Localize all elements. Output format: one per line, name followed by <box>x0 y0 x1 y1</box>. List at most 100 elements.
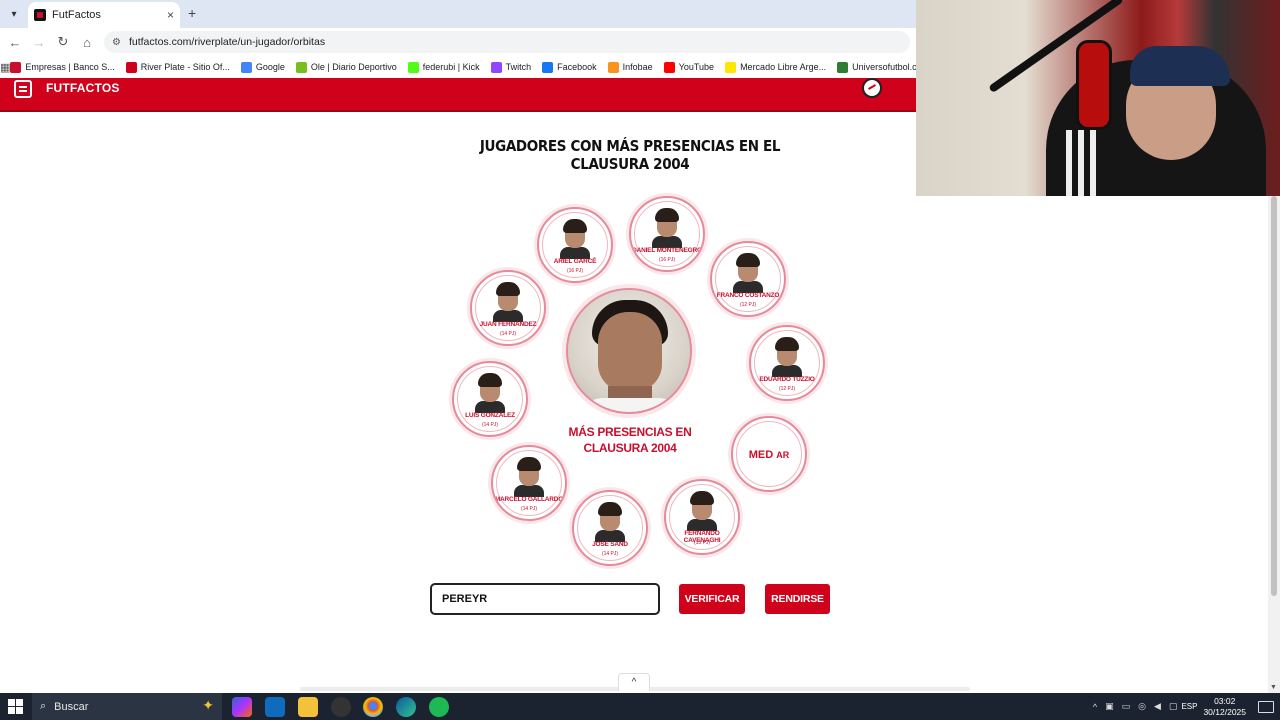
spotify-app-icon[interactable] <box>429 697 449 717</box>
bookmarks-bar: ▦ Empresas | Banco S... River Plate - Sit… <box>0 56 916 78</box>
player-orbit-circle: FERNANDO CAVENAGHI (13 PJ) <box>664 479 740 555</box>
player-matches: (12 PJ) <box>739 302 757 308</box>
player-name: JOSÉ SAND <box>592 541 628 548</box>
taskbar-clock[interactable]: 03:02 30/12/2025 <box>1203 696 1246 718</box>
chevron-up-icon[interactable]: ^ <box>1093 702 1097 712</box>
player-orbit-circle: FRANCO COSTANZO (12 PJ) <box>710 241 786 317</box>
bookmark-item[interactable]: River Plate - Sitio Of... <box>125 61 230 73</box>
portrait-hair <box>517 457 541 471</box>
player-portrait <box>560 219 590 259</box>
browser-toolbar: ← → ↻ ⌂ ⚙ futfactos.com/riverplate/un-ju… <box>0 28 916 56</box>
edge-app-icon[interactable] <box>396 697 416 717</box>
bookmark-label: Ole | Diario Deportivo <box>310 62 397 72</box>
network-icon[interactable]: ◎ <box>1138 701 1146 712</box>
verify-button[interactable]: VERIFICAR <box>679 584 745 614</box>
player-orbit-circle: ARIEL GARCÉ (16 PJ) <box>537 207 613 283</box>
jacket-stripe <box>1078 130 1084 196</box>
bookmark-label: Facebook <box>557 62 597 72</box>
player-orbit-circle: DANIEL MONTENEGRO (16 PJ) <box>629 196 705 272</box>
outlook-app-icon[interactable] <box>265 697 285 717</box>
player-portrait <box>772 337 802 377</box>
scrollbar-thumb[interactable] <box>1271 196 1277 596</box>
futfactos-favicon-icon <box>34 9 46 21</box>
portrait-hair <box>690 491 714 505</box>
bookmark-item[interactable]: Empresas | Banco S... <box>10 61 115 73</box>
futfactos-logo-icon[interactable] <box>14 80 32 98</box>
player-name: MARCELO GALLARDO <box>494 496 564 503</box>
site-logo-text[interactable]: FUTFACTOS <box>46 81 120 95</box>
portrait-hair <box>496 282 520 296</box>
windows-start-icon[interactable] <box>8 699 23 714</box>
player-portrait <box>493 282 523 322</box>
player-name: LUIS GONZÁLEZ <box>465 412 515 419</box>
clock-date: 30/12/2025 <box>1203 706 1246 717</box>
bookmark-favicon-icon <box>607 61 619 73</box>
bookmark-favicon-icon <box>837 61 849 73</box>
player-name: JUAN FERNÁNDEZ <box>479 321 537 328</box>
player-matches: (16 PJ) <box>566 268 584 274</box>
volume-icon[interactable]: ◀ <box>1154 701 1161 712</box>
river-plate-crest-icon[interactable] <box>862 78 882 98</box>
player-orbit-circle: JOSÉ SAND (14 PJ) <box>572 490 648 566</box>
back-arrow-icon[interactable]: ← <box>6 33 24 51</box>
player-portrait <box>595 502 625 542</box>
bookmark-label: Universofutbol.com.... <box>852 62 916 72</box>
chevron-up-icon[interactable]: ^ <box>618 673 650 691</box>
apps-grid-icon[interactable]: ▦ <box>0 61 10 74</box>
bookmark-item[interactable]: Google <box>240 61 285 73</box>
site-info-icon[interactable]: ⚙ <box>112 37 121 48</box>
tab-close-icon[interactable]: × <box>167 8 174 22</box>
browser-tab-futfactos[interactable]: FutFactos × <box>28 2 180 28</box>
player-matches: (16 PJ) <box>658 257 676 263</box>
bookmark-item[interactable]: Twitch <box>490 61 531 73</box>
player-portrait <box>514 457 544 497</box>
taskbar-search[interactable]: ⌕ Buscar ✦ <box>32 693 222 720</box>
bookmark-label: Google <box>255 62 285 72</box>
page-title: JUGADORES CON MÁS PRESENCIAS EN EL CLAUS… <box>479 137 781 173</box>
player-portrait <box>687 491 717 531</box>
chrome-app-icon[interactable] <box>363 697 383 717</box>
new-tab-icon[interactable]: + <box>188 5 196 21</box>
player-orbit-circle: JUAN FERNÁNDEZ (14 PJ) <box>470 270 546 346</box>
bookmark-item[interactable]: YouTube <box>663 61 714 73</box>
bookmark-favicon-icon <box>490 61 502 73</box>
reload-icon[interactable]: ↻ <box>54 33 72 51</box>
url-text: futfactos.com/riverplate/un-jugador/orbi… <box>128 36 326 48</box>
tab-search-chevron-icon[interactable]: ▾ <box>4 4 24 24</box>
bookmark-item[interactable]: Infobae <box>607 61 653 73</box>
player-orbit-circle: EDUARDO TUZZIO (12 PJ) <box>749 325 825 401</box>
bookmark-item[interactable]: Mercado Libre Arge... <box>725 61 826 73</box>
player-guess-input[interactable] <box>430 583 660 615</box>
page-scrollbar[interactable]: ▼ <box>1268 196 1280 693</box>
search-icon: ⌕ <box>40 700 47 712</box>
player-matches: (14 PJ) <box>481 422 499 428</box>
file-explorer-icon[interactable] <box>298 697 318 717</box>
microphone <box>1076 40 1112 130</box>
center-caption: MÁS PRESENCIAS EN CLAUSURA 2004 <box>560 424 700 456</box>
portrait-hair <box>598 502 622 516</box>
player-matches: (14 PJ) <box>601 551 619 557</box>
bookmark-favicon-icon <box>663 61 675 73</box>
bookmark-item[interactable]: Ole | Diario Deportivo <box>295 61 397 73</box>
battery-icon[interactable]: ▭ <box>1122 701 1131 712</box>
taskbar-search-placeholder: Buscar <box>54 700 89 713</box>
scroll-down-arrow-icon[interactable]: ▼ <box>1270 684 1277 691</box>
home-icon[interactable]: ⌂ <box>78 33 96 51</box>
copilot-app-icon[interactable] <box>232 697 252 717</box>
language-indicator[interactable]: ESP <box>1181 702 1197 711</box>
give-up-button[interactable]: RENDIRSE <box>765 584 830 614</box>
bookmark-item[interactable]: Universofutbol.com.... <box>837 61 916 73</box>
notifications-icon[interactable] <box>1258 700 1274 713</box>
jacket-stripe <box>1090 130 1096 196</box>
bookmark-item[interactable]: federubi | Kick <box>407 61 480 73</box>
bookmark-label: Infobae <box>622 62 653 72</box>
address-bar[interactable]: ⚙ futfactos.com/riverplate/un-jugador/or… <box>104 31 910 53</box>
forward-arrow-icon[interactable]: → <box>30 33 48 51</box>
bookmark-item[interactable]: Facebook <box>542 61 597 73</box>
player-matches: (12 PJ) <box>778 386 796 392</box>
portrait-hair <box>736 253 760 267</box>
display-icon[interactable]: ▢ <box>1169 701 1178 712</box>
player-name: EDUARDO TUZZIO <box>759 376 815 383</box>
obs-app-icon[interactable] <box>331 697 351 717</box>
tray-app-icon[interactable]: ▣ <box>1105 701 1114 712</box>
